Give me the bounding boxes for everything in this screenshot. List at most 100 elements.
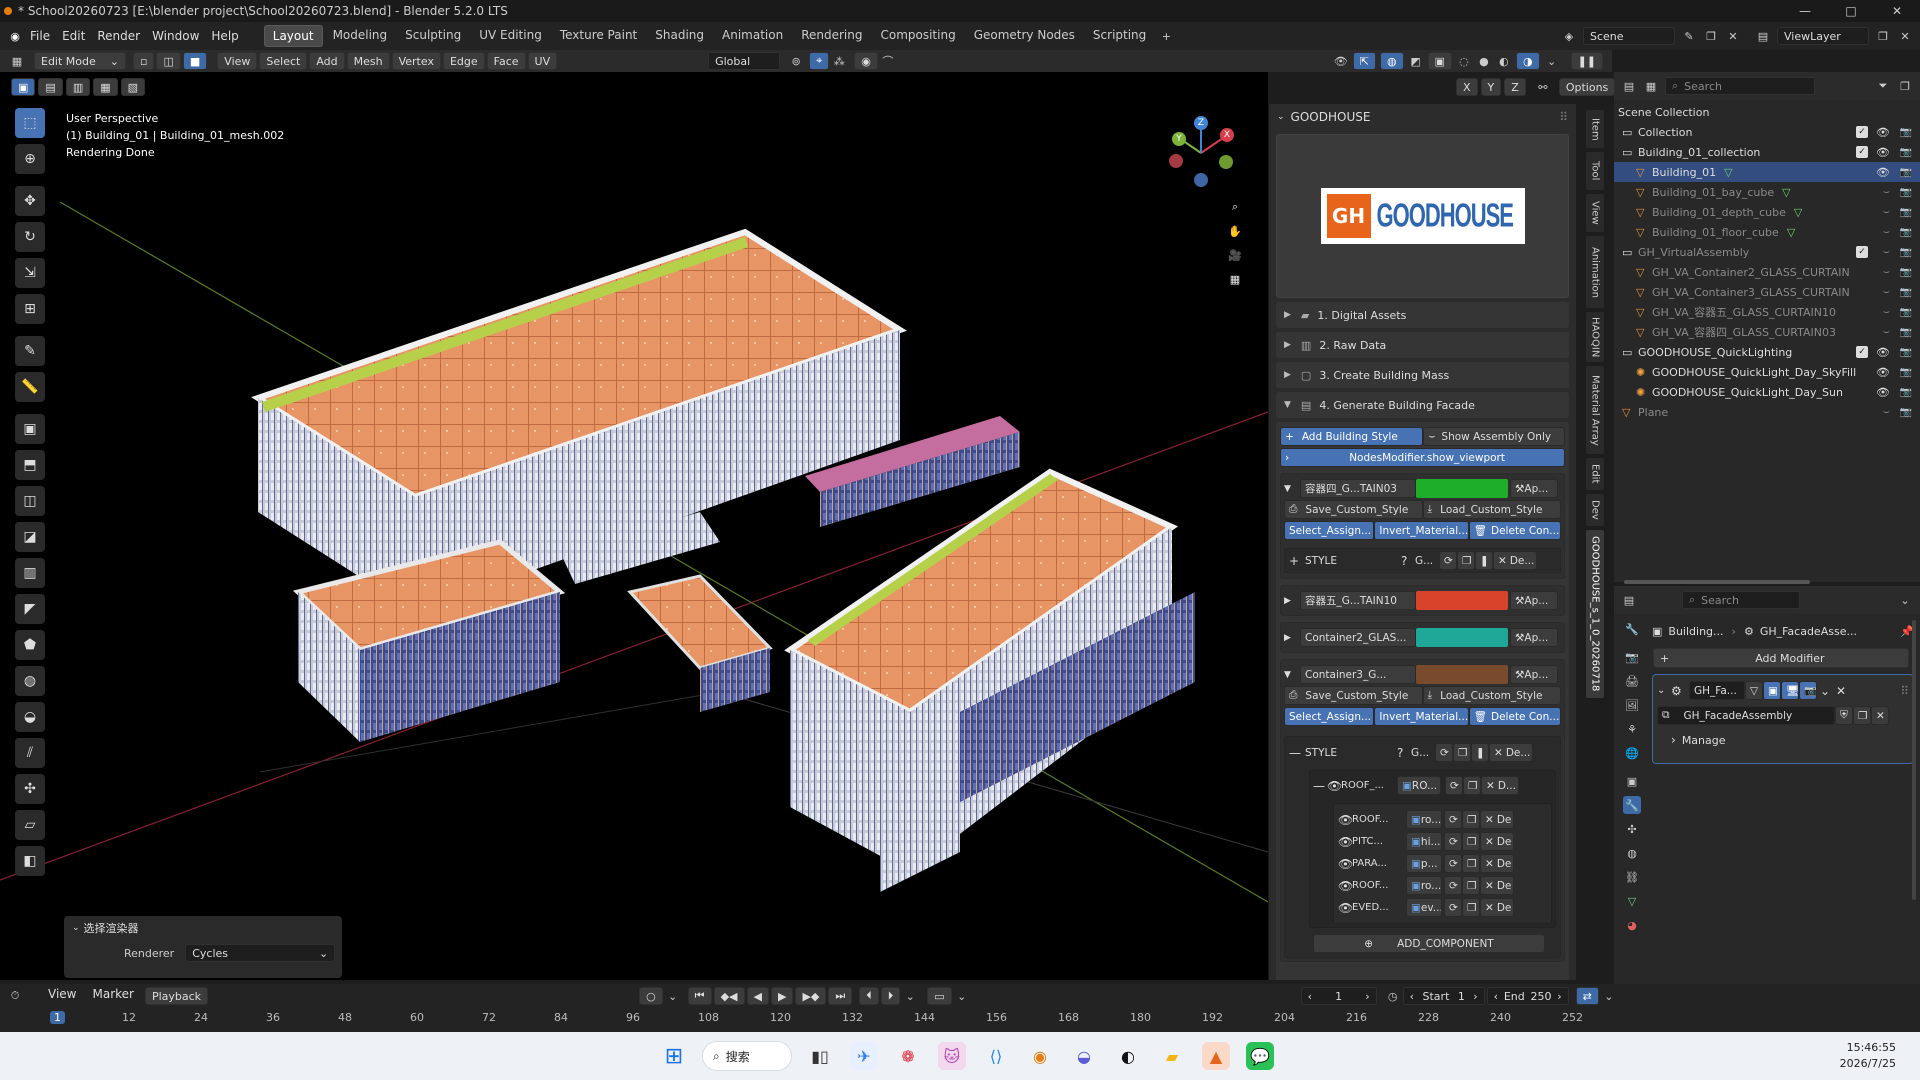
- measure-icon[interactable]: 📏: [15, 372, 45, 402]
- component-material[interactable]: ▣ ev...: [1406, 898, 1442, 917]
- hidden-eye-icon[interactable]: ⌣: [1883, 285, 1890, 299]
- render-camera-icon[interactable]: 📷: [1900, 367, 1912, 378]
- hidden-eye-icon[interactable]: ⌣: [1883, 205, 1890, 219]
- select-invert-icon[interactable]: ▦: [93, 78, 118, 96]
- gizmo-y-label[interactable]: Y: [1172, 132, 1186, 146]
- eye-icon[interactable]: 👁: [1876, 166, 1890, 179]
- camera-view-icon[interactable]: 🎥: [1226, 246, 1244, 264]
- add-component-button[interactable]: ⊕ ADD_COMPONENT: [1313, 934, 1545, 953]
- invert-material-button[interactable]: Invert_Material...: [1374, 521, 1469, 540]
- properties-options-icon[interactable]: ⌄: [1896, 591, 1914, 609]
- mode-selector[interactable]: Edit Mode ⌄: [34, 52, 126, 70]
- filter-icon[interactable]: ⏷: [1874, 77, 1892, 95]
- timeline-options-icon[interactable]: ⌄: [1600, 987, 1618, 1005]
- addon-section-1[interactable]: ▶ ▰ 1. Digital Assets: [1276, 302, 1569, 328]
- style-color-swatch[interactable]: [1416, 479, 1508, 498]
- object-tab-icon[interactable]: ▣: [1623, 772, 1641, 790]
- outliner-row[interactable]: ▭ GOODHOUSE_QuickLighting ✓ 👁 📷: [1614, 342, 1920, 362]
- component-row[interactable]: 👁 ROOF... ▣ ro... ⟳ ❐ ✕ De: [1336, 876, 1549, 895]
- component-material[interactable]: ▣ hi...: [1406, 832, 1442, 851]
- data-tab-icon[interactable]: ▽: [1623, 892, 1641, 910]
- refresh-icon[interactable]: ⟳: [1435, 743, 1453, 762]
- outliner-row[interactable]: ▽ GH_VA_容器五_GLASS_CURTAIN10 ⌣ 📷: [1614, 302, 1920, 322]
- move-icon[interactable]: ✥: [15, 186, 45, 216]
- save-custom-style-button[interactable]: ⎙ Save_Custom_Style: [1284, 686, 1423, 705]
- chevron-down-icon[interactable]: ⌄: [1657, 685, 1671, 696]
- mirror-y-button[interactable]: Y: [1480, 78, 1502, 96]
- eye-icon[interactable]: 👁: [1876, 126, 1890, 139]
- manage-panel-label[interactable]: Manage: [1682, 734, 1726, 747]
- collection-checkbox[interactable]: ✓: [1856, 126, 1868, 138]
- material-shading-icon[interactable]: ◐: [1495, 52, 1513, 70]
- component-delete-button[interactable]: ✕ De: [1480, 832, 1514, 851]
- pin-icon[interactable]: ✎: [1680, 27, 1698, 45]
- eye-icon[interactable]: 👁: [1876, 366, 1890, 379]
- style-delete-button[interactable]: ✕ De...: [1493, 551, 1537, 570]
- help-icon[interactable]: ?: [1397, 746, 1411, 760]
- addon-section-3[interactable]: ▶ ▢ 3. Create Building Mass: [1276, 362, 1569, 388]
- mirror-z-button[interactable]: Z: [1504, 78, 1526, 96]
- style-expand-icon[interactable]: ▼: [1284, 670, 1300, 680]
- viewport-menu-add[interactable]: Add: [309, 52, 345, 70]
- pan-hand-icon[interactable]: ✋: [1226, 222, 1244, 240]
- extrude-icon[interactable]: ⬒: [15, 450, 45, 480]
- copy-icon[interactable]: ❐: [1462, 898, 1480, 917]
- sidebar-tab-material-array[interactable]: Material Array: [1586, 366, 1604, 454]
- visibility-icon[interactable]: 👁: [1332, 52, 1350, 70]
- modifier-menu-icon[interactable]: ⌄: [1817, 684, 1833, 698]
- add-building-style-button[interactable]: + Add Building Style: [1280, 427, 1424, 446]
- select-assign-button[interactable]: Select_Assign...: [1284, 707, 1375, 726]
- ortho-grid-icon[interactable]: ▦: [1226, 270, 1244, 288]
- style-color-swatch[interactable]: [1416, 665, 1508, 684]
- workspace-tab-geometry-nodes[interactable]: Geometry Nodes: [966, 25, 1083, 47]
- refresh-icon[interactable]: ⟳: [1439, 551, 1457, 570]
- render-camera-icon[interactable]: 📷: [1900, 227, 1912, 238]
- select-assign-button[interactable]: Select_Assign...: [1284, 521, 1375, 540]
- outliner-row[interactable]: ▽ Plane ⌣ 📷: [1614, 402, 1920, 422]
- jump-end-icon[interactable]: ⏭: [828, 987, 853, 1005]
- style-name-field[interactable]: Container3_G...: [1300, 665, 1416, 684]
- scene-selector[interactable]: Scene: [1583, 27, 1675, 45]
- sidebar-tab-item[interactable]: Item: [1586, 110, 1604, 148]
- workspace-tab-uv-editing[interactable]: UV Editing: [471, 25, 550, 47]
- show-assembly-only-toggle[interactable]: ⌣ Show Assembly Only: [1423, 427, 1565, 446]
- sidebar-tab-view[interactable]: View: [1586, 194, 1604, 232]
- render-camera-icon[interactable]: 📷: [1900, 167, 1912, 178]
- render-camera-icon[interactable]: 📷: [1900, 387, 1912, 398]
- menu-file[interactable]: File: [24, 29, 56, 43]
- close-button[interactable]: ✕: [1874, 4, 1920, 18]
- style-color-swatch[interactable]: [1416, 591, 1508, 610]
- sidebar-tab-tool[interactable]: Tool: [1586, 152, 1604, 190]
- frame-options-icon[interactable]: ⌄: [901, 987, 919, 1005]
- workspace-tab-scripting[interactable]: Scripting: [1085, 25, 1154, 47]
- mirror-x-button[interactable]: X: [1456, 78, 1478, 96]
- scene-collection-row[interactable]: Scene Collection: [1614, 102, 1920, 122]
- sidebar-tab-haoqin[interactable]: HAOQIN: [1586, 312, 1604, 362]
- refresh-icon[interactable]: ⟳: [1444, 832, 1462, 851]
- remove-scene-icon[interactable]: ✕: [1724, 27, 1742, 45]
- auto-key-options-icon[interactable]: ⌄: [953, 987, 971, 1005]
- style-name-field[interactable]: Container2_GLAS...: [1300, 628, 1416, 647]
- 3d-viewport[interactable]: Z X Y ⌕ ✋ 🎥 ▦ ⌄ 选择渲染器 Renderer Cycles ⌄: [0, 72, 1268, 980]
- apply-style-button[interactable]: ⚒ Ap...: [1510, 479, 1558, 498]
- options-button[interactable]: Options: [1558, 78, 1615, 96]
- component-delete-button[interactable]: ✕ De: [1480, 854, 1514, 873]
- snap-target-icon[interactable]: ⁂: [830, 52, 848, 70]
- eye-icon[interactable]: 👁: [1876, 386, 1890, 399]
- world-tab-icon[interactable]: 🌐: [1623, 744, 1641, 762]
- clock-icon[interactable]: ◷: [1384, 987, 1402, 1005]
- app-feishu-icon[interactable]: ✈: [850, 1042, 878, 1070]
- duplicate-node-group-icon[interactable]: ❐: [1853, 706, 1871, 725]
- refresh-icon[interactable]: ⟳: [1444, 898, 1462, 917]
- solid-shading-icon[interactable]: ●: [1475, 52, 1493, 70]
- render-camera-icon[interactable]: 📷: [1900, 307, 1912, 318]
- style-name-field[interactable]: 容器五_G...TAIN10: [1300, 591, 1416, 610]
- menu-edit[interactable]: Edit: [56, 29, 91, 43]
- unlink-node-group-icon[interactable]: ✕: [1871, 706, 1889, 725]
- edge-slide-icon[interactable]: ⫽: [15, 738, 45, 768]
- annotate-icon[interactable]: ✎: [15, 336, 45, 366]
- apply-style-button[interactable]: ⚒ Ap...: [1510, 628, 1558, 647]
- timeline-menu-playback[interactable]: Playback: [144, 987, 209, 1005]
- edge-select-icon[interactable]: ◫: [156, 52, 181, 70]
- addon-section-2[interactable]: ▶ ▥ 2. Raw Data: [1276, 332, 1569, 358]
